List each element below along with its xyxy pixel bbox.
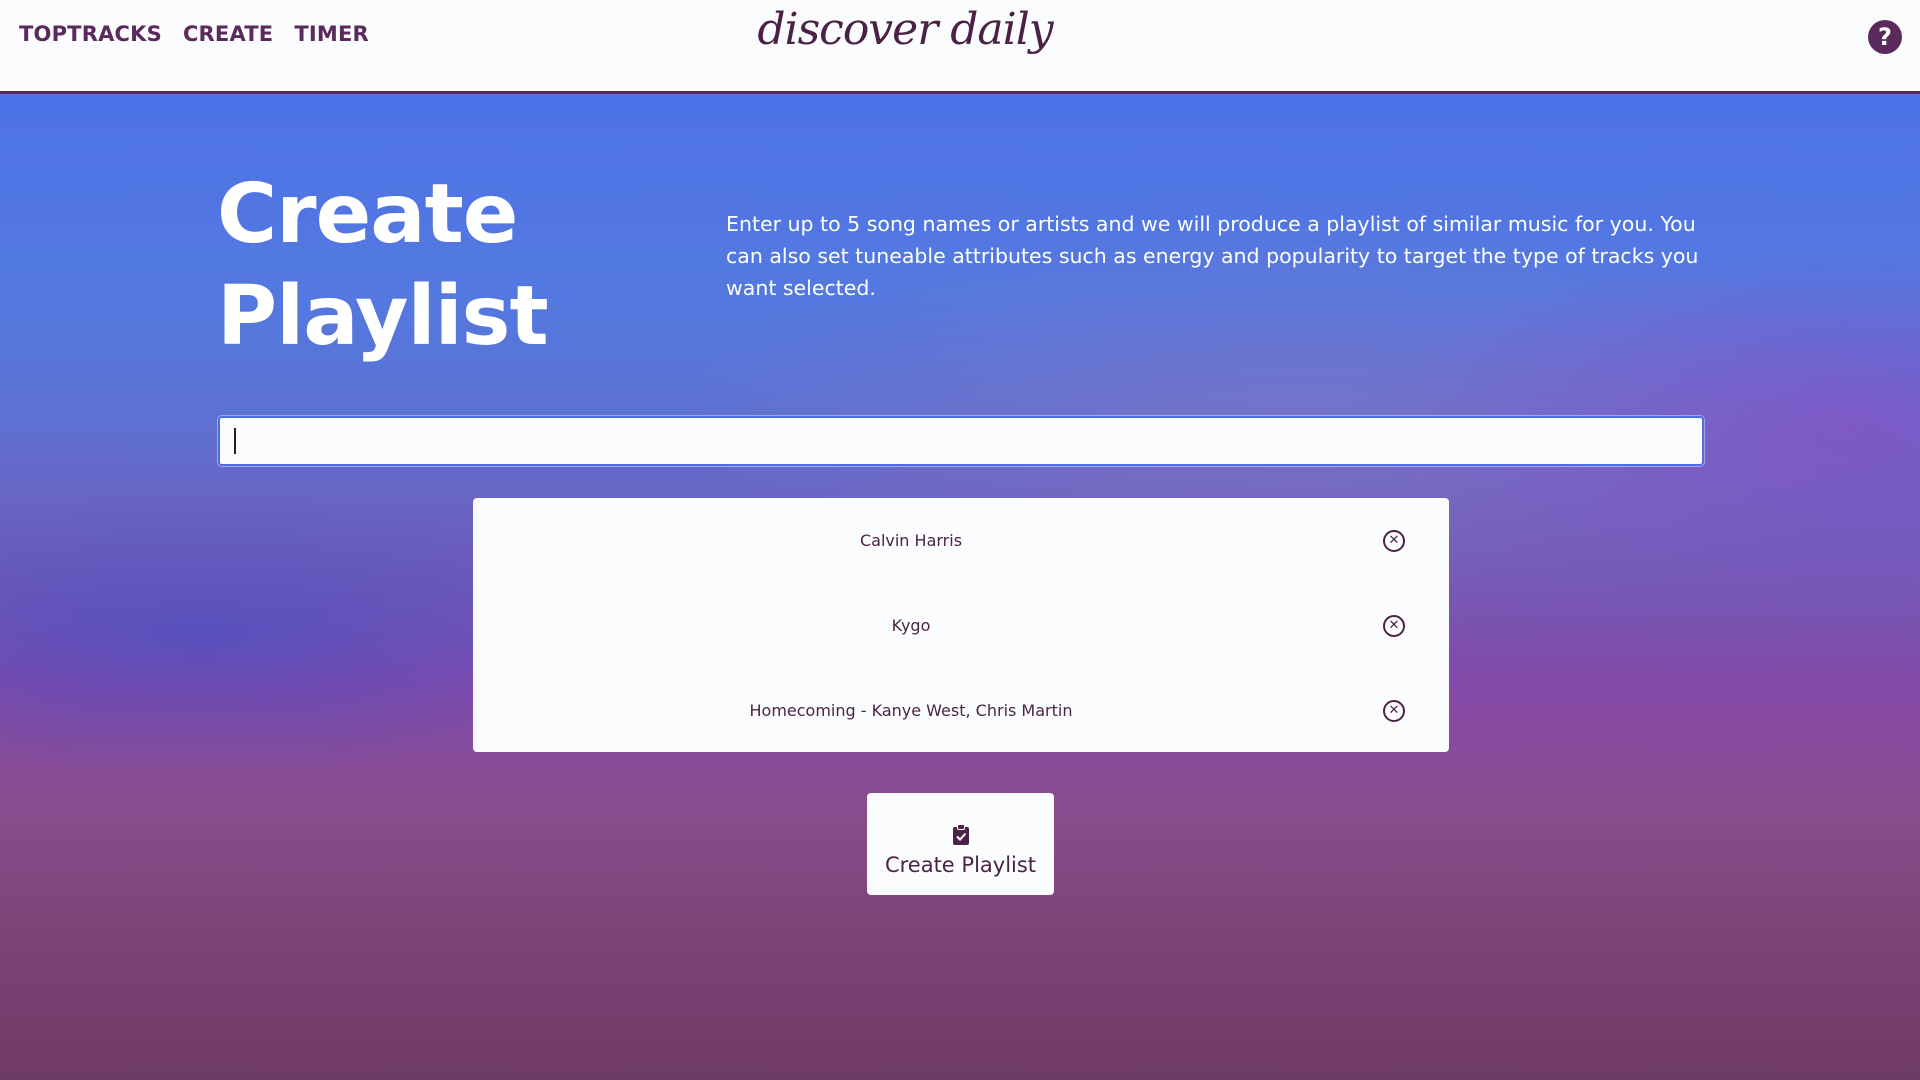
top-navbar: TOPTRACKS CREATE TIMER discover daily ? [0, 0, 1920, 94]
seed-label: Homecoming - Kanye West, Chris Martin [749, 701, 1073, 720]
page-title: Create Playlist [217, 164, 549, 368]
seed-label: Calvin Harris [859, 531, 963, 550]
text-cursor [234, 428, 236, 454]
seed-label: Kygo [891, 616, 931, 635]
song-artist-search-input[interactable] [218, 416, 1704, 466]
create-playlist-button[interactable]: Create Playlist [867, 793, 1054, 895]
list-item: Calvin Harris ✕ [473, 498, 1449, 583]
app-logo: discover daily [757, 4, 1053, 55]
hero-section: Create Playlist Enter up to 5 song names… [0, 94, 1920, 1080]
close-circle-icon[interactable]: ✕ [1383, 614, 1405, 637]
help-icon[interactable]: ? [1868, 20, 1902, 54]
list-item: Homecoming - Kanye West, Chris Martin ✕ [473, 668, 1449, 753]
selected-seeds-list: Calvin Harris ✕ Kygo ✕ Homecoming - Kany… [473, 498, 1449, 752]
create-playlist-label: Create Playlist [884, 852, 1037, 877]
page-title-line-1: Create [217, 167, 518, 262]
page-title-line-2: Playlist [217, 269, 549, 364]
close-circle-icon[interactable]: ✕ [1383, 529, 1405, 552]
page-description: Enter up to 5 song names or artists and … [726, 212, 1699, 300]
close-circle-icon[interactable]: ✕ [1383, 699, 1405, 722]
list-item: Kygo ✕ [473, 583, 1449, 668]
clipboard-check-icon [952, 823, 969, 845]
